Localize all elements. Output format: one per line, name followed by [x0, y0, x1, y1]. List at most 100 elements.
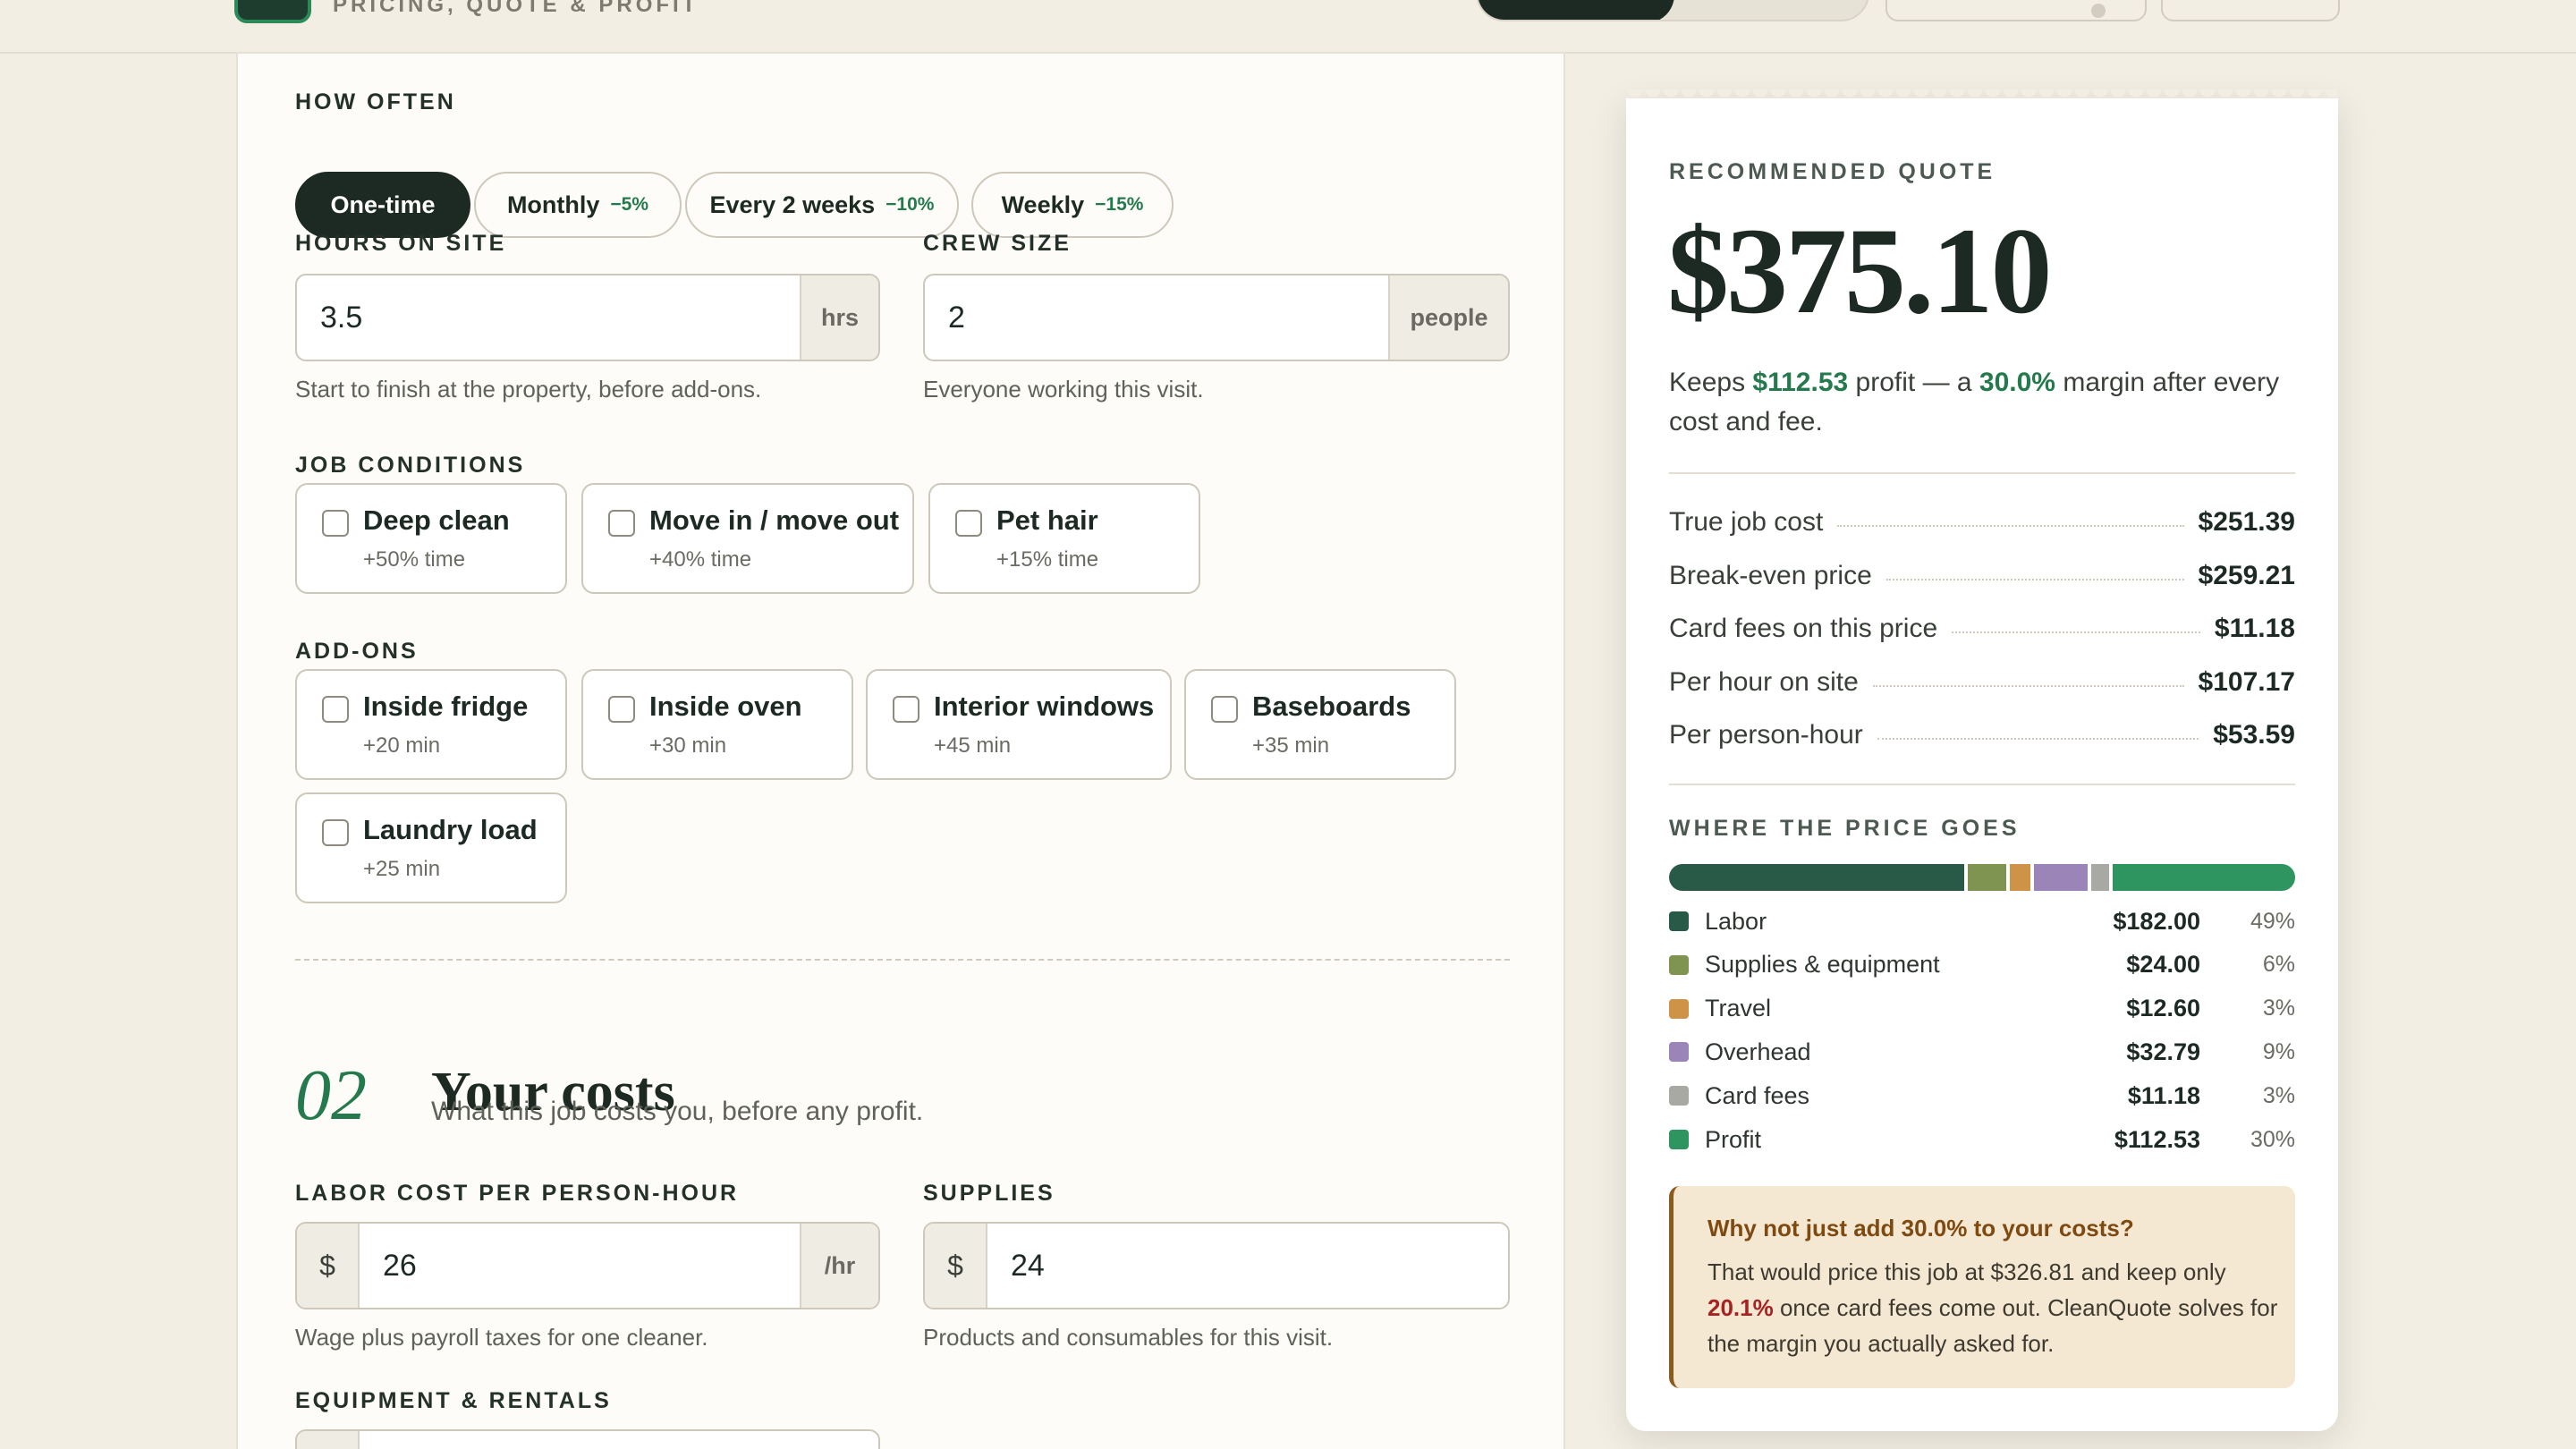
checkbox-icon[interactable] — [893, 696, 919, 723]
addon-checkbox[interactable]: Inside fridge +20 min — [295, 669, 567, 780]
checkbox-icon[interactable] — [608, 510, 635, 537]
option-detail: +30 min — [649, 733, 727, 758]
option-title: Baseboards — [1252, 691, 1411, 722]
quote-divider — [1669, 472, 2295, 474]
option-detail: +35 min — [1252, 733, 1330, 758]
legend-swatch — [1669, 954, 1689, 975]
equipment-prefix — [297, 1431, 360, 1449]
legend-amount: $12.60 — [2126, 995, 2200, 1022]
legend-swatch — [1669, 1042, 1689, 1063]
summary-margin: 30.0% — [1979, 368, 2055, 397]
legend-amount: $11.18 — [2127, 1081, 2200, 1109]
leader-dots — [1877, 738, 2199, 740]
leader-dots — [1885, 578, 2184, 580]
quote-row-label: Card fees on this price — [1669, 614, 1938, 643]
app-logo-icon[interactable] — [234, 0, 311, 23]
legend-name: Travel — [1705, 995, 1772, 1022]
labor-value[interactable]: 26 — [383, 1249, 417, 1284]
note-highlight: 20.1% — [1707, 1294, 1774, 1321]
note-post: once card fees come out. CleanQuote solv… — [1707, 1294, 2278, 1357]
quote-row: Card fees on this price $11.18 — [1669, 611, 2295, 647]
top-action-button[interactable] — [2161, 0, 2340, 21]
addon-checkbox[interactable]: Laundry load +25 min — [295, 792, 567, 903]
section-number: 02 — [295, 1056, 367, 1135]
legend-percent: 9% — [2262, 1038, 2295, 1064]
checkbox-icon[interactable] — [322, 696, 349, 723]
legend-amount: $24.00 — [2126, 951, 2200, 979]
crew-input[interactable]: 2 people — [923, 274, 1510, 361]
legend-percent: 6% — [2262, 952, 2295, 978]
brand-subtitle: PRICING, QUOTE & PROFIT — [333, 0, 699, 17]
section-divider — [295, 959, 1510, 961]
addon-checkbox[interactable]: Inside oven +30 min — [581, 669, 853, 780]
frequency-option[interactable]: Every 2 weeks −10% — [685, 172, 959, 238]
bar-segment — [1669, 864, 1964, 891]
legend-name: Card fees — [1705, 1081, 1810, 1109]
conditions-label: JOB CONDITIONS — [295, 453, 526, 478]
quote-row-value: $251.39 — [2198, 507, 2295, 537]
frequency-option-label: One-time — [330, 191, 436, 218]
checkbox-icon[interactable] — [955, 510, 982, 537]
addon-checkbox[interactable]: Interior windows +45 min — [866, 669, 1172, 780]
crew-hint: Everyone working this visit. — [923, 376, 1204, 402]
legend-item: Travel $12.60 3% — [1669, 993, 2295, 1025]
supplies-value[interactable]: 24 — [1011, 1249, 1045, 1284]
legend-amount: $182.00 — [2113, 907, 2200, 935]
option-title: Deep clean — [363, 504, 510, 536]
labor-input[interactable]: $ 26 /hr — [295, 1222, 880, 1309]
condition-checkbox[interactable]: Deep clean +50% time — [295, 483, 567, 594]
quote-row-value: $11.18 — [2214, 614, 2295, 643]
frequency-option[interactable]: Monthly −5% — [474, 172, 682, 238]
hours-value[interactable]: 3.5 — [320, 301, 362, 335]
quote-card: RECOMMENDED QUOTE $375.10 Keeps $112.53 … — [1626, 89, 2338, 1431]
top-dropdown-button[interactable] — [1885, 0, 2147, 21]
frequency-option[interactable]: Weekly −15% — [971, 172, 1174, 238]
addons-label: ADD-ONS — [295, 639, 419, 664]
note-body: That would price this job at $326.81 and… — [1707, 1254, 2280, 1361]
condition-checkbox[interactable]: Pet hair +15% time — [928, 483, 1200, 594]
legend-swatch — [1669, 1086, 1689, 1106]
crew-value[interactable]: 2 — [948, 301, 965, 335]
legend-percent: 30% — [2250, 1126, 2295, 1152]
view-toggle-active[interactable] — [1478, 0, 1674, 20]
leader-dots — [1837, 525, 2184, 527]
legend-amount: $32.79 — [2126, 1038, 2200, 1065]
addon-checkbox[interactable]: Baseboards +35 min — [1184, 669, 1456, 780]
view-toggle[interactable] — [1476, 0, 1869, 21]
frequency-discount: −5% — [610, 194, 649, 215]
legend-item: Labor $182.00 49% — [1669, 905, 2295, 937]
checkbox-icon[interactable] — [322, 819, 349, 846]
bar-segment — [1967, 864, 2007, 891]
checkbox-icon[interactable] — [608, 696, 635, 723]
receipt-edge — [1626, 89, 2338, 107]
option-title: Laundry load — [363, 814, 538, 845]
supplies-prefix: $ — [925, 1224, 987, 1308]
legend-name: Overhead — [1705, 1038, 1811, 1065]
top-bar: PRICING, QUOTE & PROFIT — [0, 0, 2576, 54]
how-often-label: HOW OFTEN — [295, 89, 456, 114]
hours-input[interactable]: 3.5 hrs — [295, 274, 880, 361]
legend-percent: 3% — [2262, 996, 2295, 1021]
quote-row: Per person-hour $53.59 — [1669, 717, 2295, 753]
checkbox-icon[interactable] — [322, 510, 349, 537]
legend-amount: $112.53 — [2114, 1125, 2200, 1153]
equipment-input[interactable] — [295, 1429, 880, 1449]
option-detail: +50% time — [363, 547, 466, 572]
frequency-option-label: Weekly — [1001, 191, 1085, 218]
option-detail: +20 min — [363, 733, 441, 758]
frequency-option[interactable]: One-time — [295, 172, 470, 238]
option-detail: +40% time — [649, 547, 752, 572]
quote-row-label: Break-even price — [1669, 560, 1872, 590]
checkbox-icon[interactable] — [1211, 696, 1238, 723]
quote-label: RECOMMENDED QUOTE — [1669, 159, 1996, 184]
labor-unit: /hr — [800, 1224, 878, 1308]
crew-unit: people — [1388, 275, 1508, 360]
hours-label: HOURS ON SITE — [295, 231, 507, 256]
condition-checkbox[interactable]: Move in / move out +40% time — [581, 483, 914, 594]
supplies-input[interactable]: $ 24 — [923, 1222, 1510, 1309]
bar-segment — [2113, 864, 2295, 891]
form-panel: HOW OFTEN One-time Monthly −5% Every 2 week… — [236, 52, 1565, 1449]
legend-swatch — [1669, 998, 1689, 1019]
option-title: Pet hair — [996, 504, 1098, 536]
bar-segment — [2010, 864, 2031, 891]
